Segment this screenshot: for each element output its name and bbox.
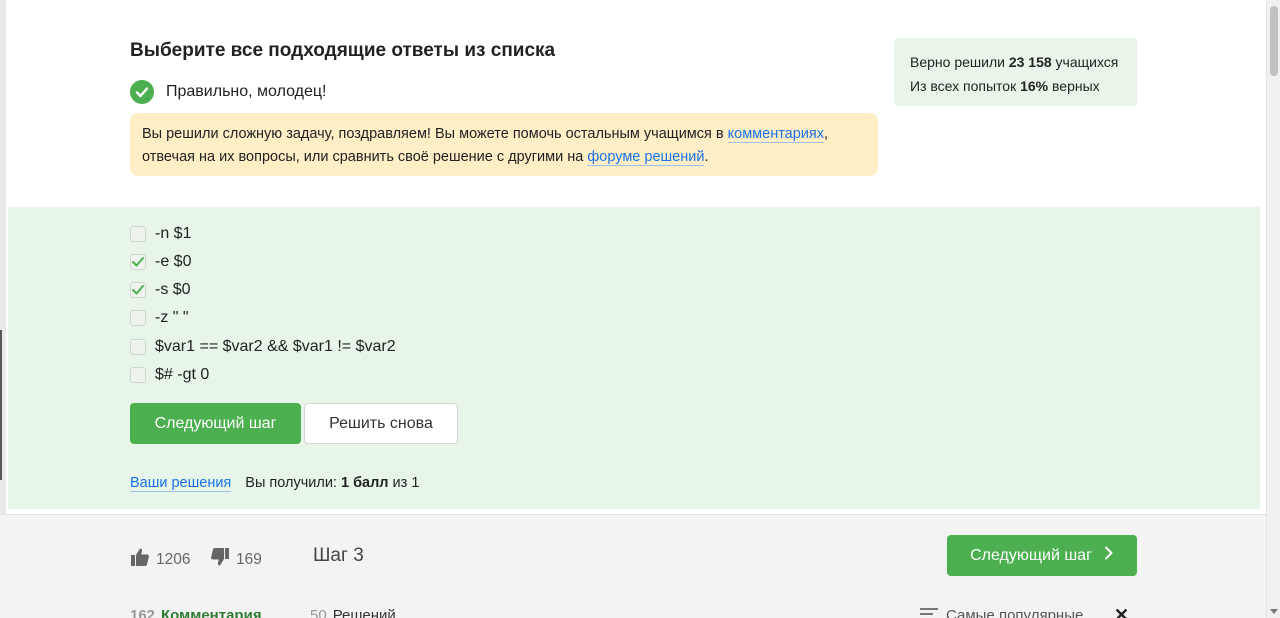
- checkbox-checked-icon[interactable]: [130, 254, 146, 270]
- tab-comments[interactable]: 162 Комментария: [130, 607, 262, 618]
- solutions-label: Решений: [332, 607, 396, 618]
- option-3[interactable]: -s $0: [130, 281, 191, 299]
- comments-label: Комментария: [161, 607, 262, 618]
- checkbox-checked-icon[interactable]: [130, 282, 146, 298]
- notice-text-3: .: [704, 149, 709, 165]
- attempts-stat: Из всех попыток 16% верных: [910, 74, 1121, 98]
- tab-solutions[interactable]: 50 Решений: [310, 607, 396, 618]
- step-label: Шаг 3: [313, 545, 364, 566]
- scrollbar[interactable]: [1266, 0, 1280, 618]
- thumbs-up-icon: [130, 547, 150, 572]
- notice-text-1: Вы решили сложную задачу, поздравляем! В…: [142, 126, 728, 142]
- collapse-icon[interactable]: ✕: [1114, 605, 1129, 618]
- task-title: Выберите все подходящие ответы из списка: [130, 40, 556, 61]
- solutions-count: 50: [310, 607, 327, 618]
- solved-suffix: учащихся: [1051, 54, 1119, 70]
- sort-lines-icon: [920, 607, 938, 618]
- result-row: Ваши решения Вы получили: 1 балл из 1: [130, 475, 419, 492]
- congrats-notice: Вы решили сложную задачу, поздравляем! В…: [130, 113, 878, 176]
- option-label: -s $0: [155, 281, 191, 298]
- attempts-percent: 16%: [1020, 78, 1049, 94]
- option-label: $var1 == $var2 && $var1 != $var2: [155, 338, 396, 355]
- check-circle-icon: [130, 80, 154, 104]
- scroll-down-arrow-icon[interactable]: [1270, 609, 1278, 614]
- attempts-prefix: Из всех попыток: [910, 78, 1021, 94]
- footer-next-label: Следующий шаг: [970, 546, 1092, 564]
- score-text: Вы получили: 1 балл из 1: [245, 475, 419, 492]
- stats-box: Верно решили 23 158 учащихся Из всех поп…: [894, 38, 1137, 106]
- sort-dropdown[interactable]: Самые популярные: [920, 607, 1083, 618]
- dislike-count: 169: [236, 550, 262, 568]
- checkbox-unchecked-icon[interactable]: [130, 226, 146, 242]
- score-prefix: Вы получили:: [245, 475, 341, 491]
- scrollbar-thumb[interactable]: [1270, 6, 1278, 76]
- like-button[interactable]: 1206: [130, 547, 190, 572]
- option-label: -e $0: [155, 253, 192, 270]
- option-label: -n $1: [155, 225, 192, 242]
- option-label: $# -gt 0: [155, 366, 210, 383]
- option-label: -z " ": [155, 309, 189, 326]
- attempts-suffix: верных: [1048, 78, 1100, 94]
- score-suffix: из 1: [388, 475, 420, 491]
- chevron-right-icon: [1104, 546, 1114, 565]
- dislike-button[interactable]: 169: [210, 547, 262, 572]
- correct-status: Правильно, молодец!: [130, 80, 326, 104]
- solutions-forum-link[interactable]: форуме решений: [587, 149, 705, 166]
- checkbox-unchecked-icon[interactable]: [130, 367, 146, 383]
- step-footer: 1206 169 Шаг 3 Следующий шаг 162 Коммента…: [0, 514, 1266, 618]
- solve-again-button[interactable]: Решить снова: [304, 403, 458, 444]
- discussion-tabs: 162 Комментария 50 Решений Самые популярны…: [0, 605, 1266, 618]
- next-step-button[interactable]: Следующий шаг: [130, 403, 301, 444]
- left-rail-marker: [0, 330, 2, 480]
- option-6[interactable]: $# -gt 0: [130, 366, 209, 384]
- checkbox-unchecked-icon[interactable]: [130, 310, 146, 326]
- comments-count: 162: [130, 607, 156, 618]
- solved-stat: Верно решили 23 158 учащихся: [910, 50, 1121, 74]
- option-2[interactable]: -e $0: [130, 253, 191, 271]
- option-1[interactable]: -n $1: [130, 225, 191, 243]
- sort-label: Самые популярные: [946, 607, 1084, 618]
- checkbox-unchecked-icon[interactable]: [130, 339, 146, 355]
- option-4[interactable]: -z " ": [130, 309, 189, 327]
- comments-link[interactable]: комментариях: [727, 126, 825, 143]
- thumbs-down-icon: [210, 547, 230, 572]
- status-text: Правильно, молодец!: [166, 83, 327, 100]
- answers-panel: -n $1 -e $0 -s $0 -z " " $var1 == $var2 …: [8, 207, 1260, 509]
- score-value: 1 балл: [340, 475, 389, 491]
- footer-next-step-button[interactable]: Следующий шаг: [947, 535, 1137, 576]
- solved-prefix: Верно решили: [910, 54, 1009, 70]
- like-count: 1206: [156, 550, 191, 568]
- option-5[interactable]: $var1 == $var2 && $var1 != $var2: [130, 338, 396, 356]
- your-solutions-link[interactable]: Ваши решения: [130, 475, 232, 492]
- solved-count: 23 158: [1008, 54, 1052, 70]
